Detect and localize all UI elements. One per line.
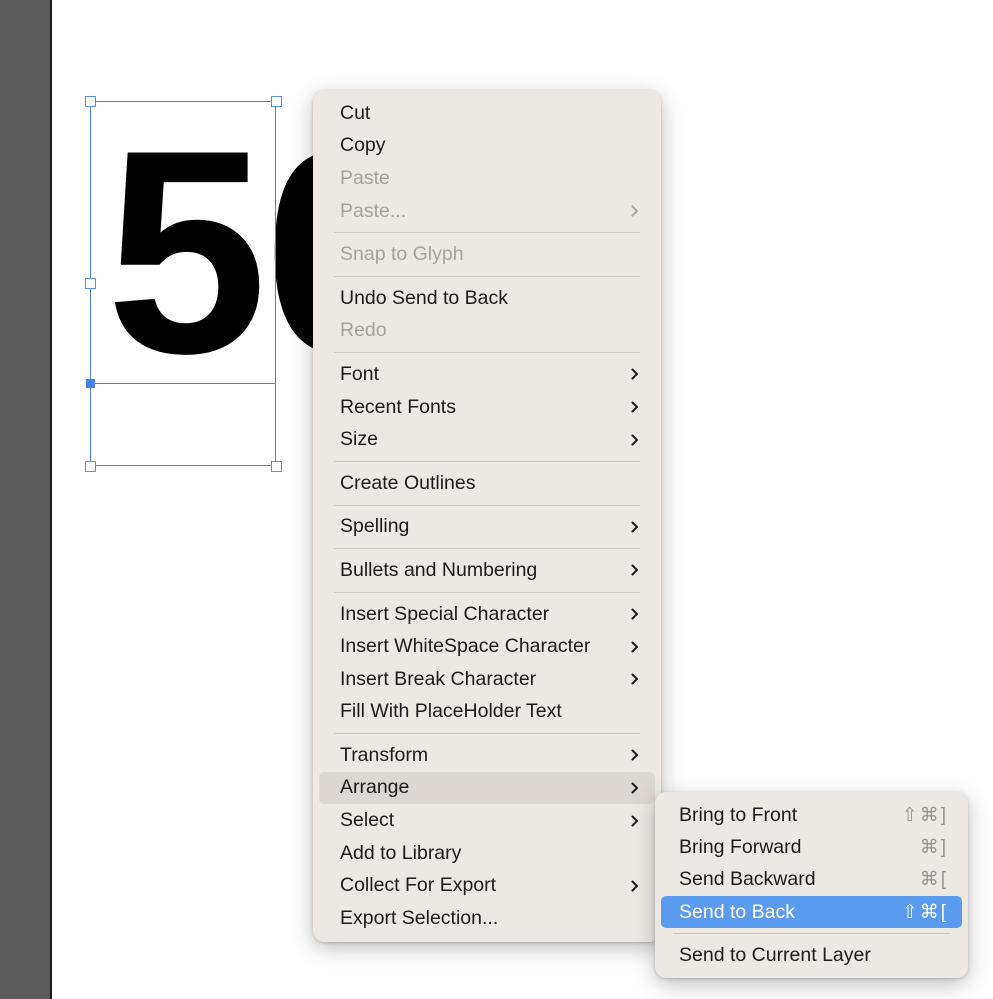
chevron-right-icon [629,401,641,413]
menu-item-send-to-back[interactable]: Send to Back ⇧⌘[ [661,895,962,929]
menu-item-label: Font [340,362,380,385]
menu-item-transform[interactable]: Transform [319,739,655,772]
menu-item-send-to-current-layer[interactable]: Send to Current Layer [661,939,962,971]
menu-item-label: Send to Back [679,900,795,923]
menu-separator [673,933,950,935]
chevron-right-icon [629,749,641,761]
menu-item-spelling[interactable]: Spelling [319,511,655,544]
menu-item-copy[interactable]: Copy [319,130,655,163]
menu-item-insert-break-character[interactable]: Insert Break Character [319,663,655,696]
menu-item-label: Copy [340,134,386,157]
menu-item-fill-with-placeholder-text[interactable]: Fill With PlaceHolder Text [319,696,655,729]
app-window: 50 Cut Copy Paste Paste... Snap to Glyph Undo… [0,0,993,999]
menu-item-label: Paste... [340,199,407,222]
menu-item-label: Insert Special Character [340,602,550,625]
menu-item-font[interactable]: Font [319,358,655,391]
menu-item-label: Snap to Glyph [340,243,464,266]
menu-separator [334,275,640,277]
menu-item-label: Cut [340,101,371,124]
menu-item-label: Transform [340,743,429,766]
menu-item-undo-send-to-back[interactable]: Undo Send to Back [319,282,655,315]
selection-handle-top-right[interactable] [271,96,282,107]
selection-handle-middle-left[interactable] [85,278,96,289]
menu-item-bring-to-front[interactable]: Bring to Front ⇧⌘] [661,799,962,831]
menu-item-redo: Redo [319,315,655,348]
menu-separator [334,352,640,354]
selection-handle-bottom-left[interactable] [85,461,96,472]
menu-item-label: Bullets and Numbering [340,558,538,581]
selection-bounding-box [90,101,276,466]
menu-separator [334,460,640,462]
menu-item-label: Send to Current Layer [679,943,871,966]
menu-item-select[interactable]: Select [319,804,655,837]
menu-item-shortcut: ⇧⌘[ [901,901,948,923]
selection-handle-top-left[interactable] [85,96,96,107]
chevron-right-icon [629,205,641,217]
menu-item-insert-whitespace-character[interactable]: Insert WhiteSpace Character [319,630,655,663]
menu-item-label: Redo [340,319,387,342]
menu-item-label: Collect For Export [340,874,497,897]
chevron-right-icon [629,880,641,892]
menu-item-label: Paste [340,166,390,189]
menu-item-label: Fill With PlaceHolder Text [340,700,562,723]
menu-item-label: Arrange [340,776,410,799]
menu-item-label: Insert WhiteSpace Character [340,635,591,658]
menu-item-paste: Paste [319,162,655,195]
menu-item-label: Export Selection... [340,906,499,929]
menu-item-insert-special-character[interactable]: Insert Special Character [319,598,655,631]
chevron-right-icon [629,368,641,380]
chevron-right-icon [629,434,641,446]
menu-item-export-selection[interactable]: Export Selection... [319,902,655,935]
chevron-right-icon [629,521,641,533]
selection-handle-bottom-right[interactable] [271,461,282,472]
menu-item-label: Spelling [340,515,410,538]
object-context-menu[interactable]: Cut Copy Paste Paste... Snap to Glyph Undo Se… [313,90,661,942]
menu-item-add-to-library[interactable]: Add to Library [319,837,655,870]
menu-separator [334,232,640,234]
menu-item-label: Bring Forward [679,835,802,858]
menu-item-snap-to-glyph: Snap to Glyph [319,238,655,271]
menu-separator [334,548,640,550]
menu-item-label: Select [340,809,395,832]
chevron-right-icon [629,815,641,827]
text-baseline-anchor[interactable] [86,379,95,388]
menu-item-bullets-and-numbering[interactable]: Bullets and Numbering [319,554,655,587]
menu-item-label: Insert Break Character [340,667,537,690]
menu-item-label: Send Backward [679,868,816,891]
menu-item-arrange[interactable]: Arrange [319,771,655,805]
menu-item-recent-fonts[interactable]: Recent Fonts [319,391,655,424]
menu-item-collect-for-export[interactable]: Collect For Export [319,869,655,902]
menu-item-size[interactable]: Size [319,423,655,456]
menu-item-shortcut: ⌘] [919,836,948,858]
menu-item-label: Bring to Front [679,803,798,826]
menu-separator [334,591,640,593]
menu-item-label: Undo Send to Back [340,286,509,309]
menu-item-paste: Paste... [319,195,655,228]
text-baseline-guide [90,383,276,384]
menu-item-create-outlines[interactable]: Create Outlines [319,467,655,500]
menu-item-label: Create Outlines [340,471,476,494]
menu-item-label: Add to Library [340,841,462,864]
chevron-right-icon [629,782,641,794]
chevron-right-icon [629,641,641,653]
menu-item-shortcut: ⇧⌘] [901,804,948,826]
arrange-submenu[interactable]: Bring to Front ⇧⌘] Bring Forward ⌘] Send Bac… [655,792,968,979]
tool-sidebar[interactable] [0,0,52,999]
menu-separator [334,733,640,735]
chevron-right-icon [629,564,641,576]
menu-item-label: Recent Fonts [340,395,456,418]
menu-item-shortcut: ⌘[ [919,869,948,891]
menu-item-cut[interactable]: Cut [319,97,655,130]
chevron-right-icon [629,673,641,685]
menu-item-send-backward[interactable]: Send Backward ⌘[ [661,864,962,896]
menu-separator [334,504,640,506]
menu-item-label: Size [340,428,378,451]
chevron-right-icon [629,608,641,620]
menu-item-bring-forward[interactable]: Bring Forward ⌘] [661,831,962,863]
